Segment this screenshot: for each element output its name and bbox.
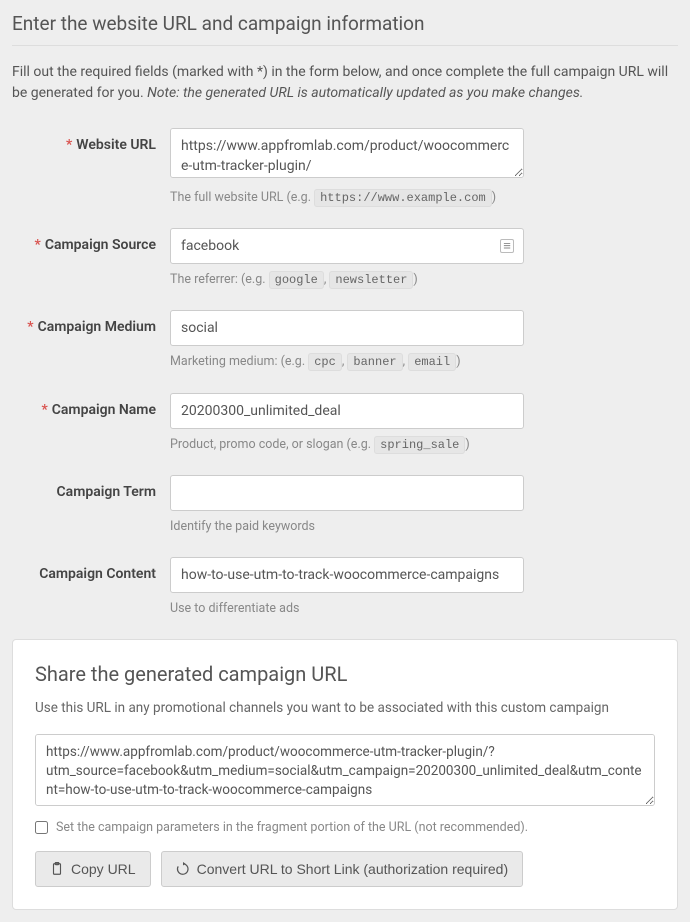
share-subtitle: Use this URL in any promotional channels… [35, 700, 655, 716]
hint-campaign-term: Identify the paid keywords [170, 517, 678, 537]
label-campaign-content: Campaign Content [12, 557, 170, 582]
copy-url-button[interactable]: Copy URL [35, 851, 151, 887]
label-campaign-medium: *Campaign Medium [12, 310, 170, 335]
refresh-icon [176, 862, 190, 876]
share-title: Share the generated campaign URL [35, 662, 655, 686]
row-campaign-name: *Campaign Name Product, promo code, or s… [12, 393, 678, 455]
hint-website-url: The full website URL (e.g. https://www.e… [170, 188, 678, 208]
page-title: Enter the website URL and campaign infor… [12, 12, 678, 46]
label-campaign-term: Campaign Term [12, 475, 170, 500]
row-campaign-term: Campaign Term Identify the paid keywords [12, 475, 678, 537]
hint-campaign-source: The referrer: (e.g. google, newsletter) [170, 270, 678, 290]
generated-url-output[interactable]: https://www.appfromlab.com/product/wooco… [35, 734, 655, 806]
hint-campaign-name: Product, promo code, or slogan (e.g. spr… [170, 435, 678, 455]
autofill-icon: ≡ [500, 239, 514, 253]
campaign-term-input[interactable] [170, 475, 524, 511]
hint-campaign-medium: Marketing medium: (e.g. cpc, banner, ema… [170, 352, 678, 372]
fragment-checkbox[interactable] [35, 821, 48, 834]
intro-note: Note: the generated URL is automatically… [147, 85, 583, 101]
share-panel: Share the generated campaign URL Use thi… [12, 639, 678, 910]
row-campaign-content: Campaign Content Use to differentiate ad… [12, 557, 678, 619]
campaign-medium-input[interactable] [170, 310, 524, 346]
fragment-label: Set the campaign parameters in the fragm… [56, 820, 528, 835]
row-website-url: *Website URL https://www.appfromlab.com/… [12, 128, 678, 208]
convert-url-button[interactable]: Convert URL to Short Link (authorization… [161, 851, 524, 887]
clipboard-icon [50, 862, 64, 876]
intro-text: Fill out the required fields (marked wit… [12, 62, 678, 104]
campaign-source-input[interactable] [170, 228, 524, 264]
campaign-name-input[interactable] [170, 393, 524, 429]
row-campaign-source: *Campaign Source ≡ The referrer: (e.g. g… [12, 228, 678, 290]
fragment-checkbox-row[interactable]: Set the campaign parameters in the fragm… [35, 820, 655, 835]
row-campaign-medium: *Campaign Medium Marketing medium: (e.g.… [12, 310, 678, 372]
campaign-content-input[interactable] [170, 557, 524, 593]
label-campaign-name: *Campaign Name [12, 393, 170, 418]
website-url-input[interactable]: https://www.appfromlab.com/product/wooco… [170, 128, 524, 178]
label-campaign-source: *Campaign Source [12, 228, 170, 253]
label-website-url: *Website URL [12, 128, 170, 153]
hint-campaign-content: Use to differentiate ads [170, 599, 678, 619]
